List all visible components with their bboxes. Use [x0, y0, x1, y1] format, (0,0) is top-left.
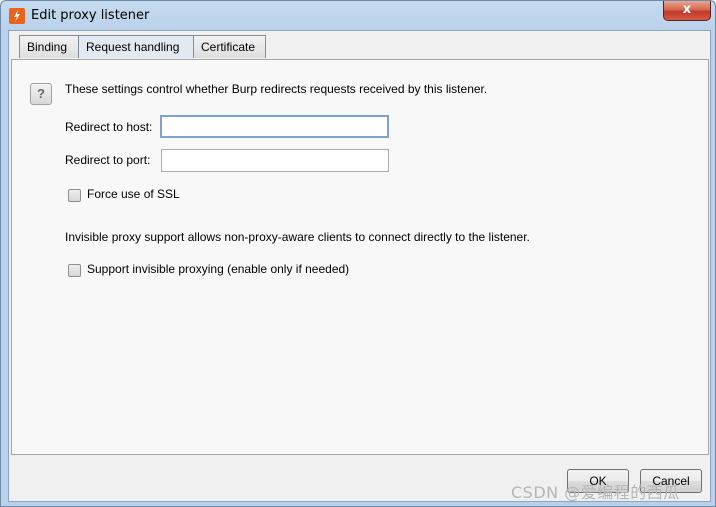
csdn-watermark: CSDN @爱编程的西瓜 [511, 483, 680, 502]
dialog-content: Binding Request handling Certificate ? T… [8, 30, 711, 502]
invisible-proxy-checkbox[interactable] [68, 264, 81, 277]
force-ssl-checkbox[interactable] [68, 189, 81, 202]
tab-request-handling[interactable]: Request handling [78, 35, 194, 58]
tab-certificate[interactable]: Certificate [193, 35, 266, 58]
burp-logo-icon [9, 8, 25, 24]
close-button[interactable]: x [663, 1, 711, 21]
redirect-port-input[interactable] [161, 149, 389, 172]
window-title: Edit proxy listener [31, 8, 150, 23]
redirect-host-label: Redirect to host: [65, 120, 153, 134]
force-ssl-label: Force use of SSL [87, 187, 180, 201]
redirect-port-label: Redirect to port: [65, 153, 151, 167]
dialog-window: Edit proxy listener x Binding Request ha… [0, 0, 716, 507]
help-icon[interactable]: ? [30, 83, 52, 105]
title-bar[interactable]: Edit proxy listener x [1, 1, 715, 31]
settings-description: These settings control whether Burp redi… [65, 82, 488, 96]
invisible-proxy-label: Support invisible proxying (enable only … [87, 262, 350, 276]
invisible-proxy-description: Invisible proxy support allows non-proxy… [65, 230, 530, 244]
redirect-host-input[interactable] [160, 115, 389, 138]
request-handling-panel: ? These settings control whether Burp re… [11, 59, 709, 455]
tab-binding[interactable]: Binding [19, 35, 79, 58]
